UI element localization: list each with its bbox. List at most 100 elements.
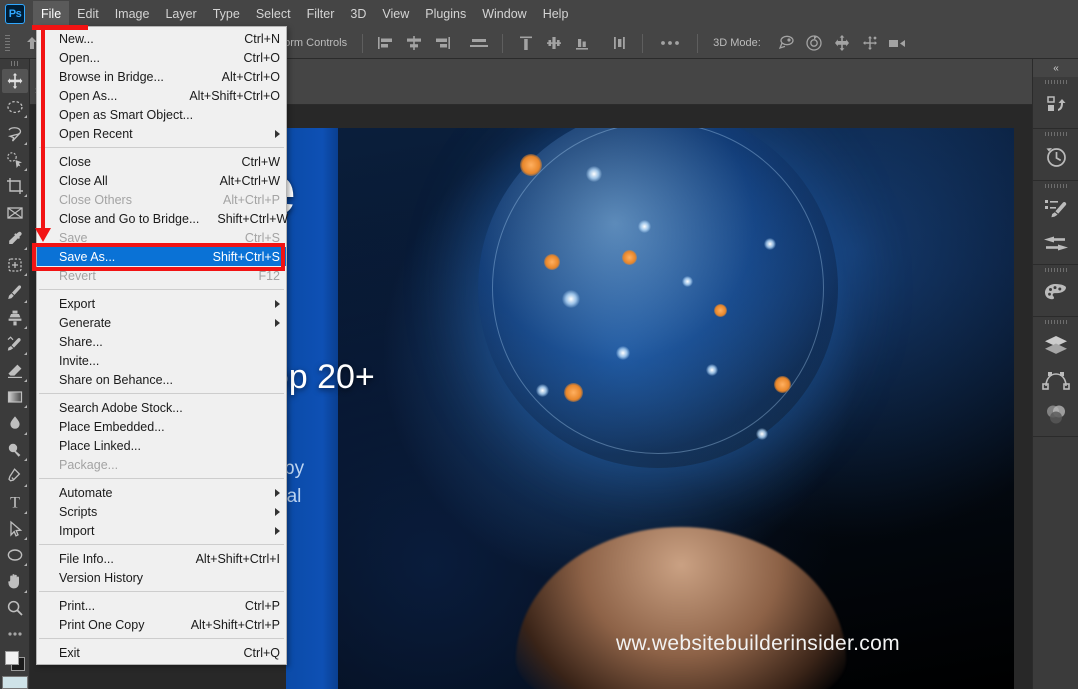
menu-window[interactable]: Window	[474, 1, 534, 27]
libraries-panel-icon[interactable]	[1033, 86, 1078, 124]
menu-view[interactable]: View	[374, 1, 417, 27]
dock-grip[interactable]	[1033, 317, 1078, 326]
align-left-edges-icon[interactable]	[375, 33, 397, 53]
document-image[interactable]: site ers e top 20+ ders by nal ww.websit…	[286, 128, 1014, 689]
ellipse-tool-icon[interactable]	[2, 543, 28, 567]
globe-node	[764, 238, 776, 250]
blur-tool-icon[interactable]	[2, 411, 28, 435]
menu-edit[interactable]: Edit	[69, 1, 107, 27]
menu-item-automate[interactable]: Automate	[37, 483, 286, 502]
frame-tool-icon[interactable]	[2, 200, 28, 224]
menu-item-share-on-behance[interactable]: Share on Behance...	[37, 370, 286, 389]
pen-tool-icon[interactable]	[2, 464, 28, 488]
elliptical-marquee-tool-icon[interactable]	[2, 95, 28, 119]
submenu-arrow-icon	[275, 507, 280, 516]
align-right-edges-icon[interactable]	[431, 33, 453, 53]
menu-type[interactable]: Type	[205, 1, 248, 27]
menu-item-scripts[interactable]: Scripts	[37, 502, 286, 521]
collapse-panels-icon[interactable]: «	[1033, 59, 1078, 77]
object-selection-tool-icon[interactable]	[2, 148, 28, 172]
menu-item-print-one-copy[interactable]: Print One Copy Alt+Shift+Ctrl+P	[37, 615, 286, 634]
menu-image[interactable]: Image	[107, 1, 158, 27]
menu-item-new[interactable]: New... Ctrl+N	[37, 29, 286, 48]
tools-panel-grip[interactable]	[10, 61, 19, 66]
paths-panel-icon[interactable]	[1033, 364, 1078, 398]
submenu-arrow-icon	[275, 488, 280, 497]
edit-toolbar-icon[interactable]	[2, 622, 28, 646]
history-panel-icon[interactable]	[1033, 138, 1078, 176]
channels-panel-icon[interactable]	[1033, 398, 1078, 432]
file-menu-dropdown[interactable]: New... Ctrl+N Open... Ctrl+O Browse in Bridg…	[36, 26, 288, 665]
menu-item-file-info[interactable]: File Info... Alt+Shift+Ctrl+I	[37, 549, 286, 568]
foreground-color-swatch[interactable]	[4, 651, 19, 666]
menu-item-generate[interactable]: Generate	[37, 313, 286, 332]
quick-mask-mode-icon[interactable]	[1, 675, 28, 689]
menu-item-place-embedded[interactable]: Place Embedded...	[37, 417, 286, 436]
menu-item-search-adobe-stock[interactable]: Search Adobe Stock...	[37, 398, 286, 417]
dock-grip[interactable]	[1033, 129, 1078, 138]
menu-item-open-as[interactable]: Open As... Alt+Shift+Ctrl+O	[37, 86, 286, 105]
menu-item-close-all[interactable]: Close All Alt+Ctrl+W	[37, 171, 286, 190]
roll-3d-object-icon[interactable]	[803, 33, 825, 53]
menu-item-close-and-go-to-bridge[interactable]: Close and Go to Bridge... Shift+Ctrl+W	[37, 209, 288, 228]
eraser-tool-icon[interactable]	[2, 358, 28, 382]
zoom-tool-icon[interactable]	[2, 596, 28, 620]
crop-tool-icon[interactable]	[2, 174, 28, 198]
menu-select[interactable]: Select	[248, 1, 299, 27]
dodge-tool-icon[interactable]	[2, 438, 28, 462]
path-selection-tool-icon[interactable]	[2, 517, 28, 541]
dock-grip[interactable]	[1033, 77, 1078, 86]
menu-item-open-as-smart-object[interactable]: Open as Smart Object...	[37, 105, 286, 124]
globe-node	[536, 384, 549, 397]
clone-stamp-tool-icon[interactable]	[2, 306, 28, 330]
menu-item-close[interactable]: Close Ctrl+W	[37, 152, 286, 171]
align-top-edges-icon[interactable]	[515, 33, 537, 53]
menu-3d[interactable]: 3D	[342, 1, 374, 27]
globe-node	[682, 276, 693, 287]
menu-item-invite[interactable]: Invite...	[37, 351, 286, 370]
menu-plugins[interactable]: Plugins	[417, 1, 474, 27]
dock-grip[interactable]	[1033, 265, 1078, 274]
rotate-3d-object-icon[interactable]	[775, 33, 797, 53]
menu-item-open-recent[interactable]: Open Recent	[37, 124, 286, 143]
hand-tool-icon[interactable]	[2, 569, 28, 593]
menu-item-print[interactable]: Print... Ctrl+P	[37, 596, 286, 615]
menu-item-shortcut: Alt+Shift+Ctrl+P	[190, 617, 280, 632]
menu-item-import[interactable]: Import	[37, 521, 286, 540]
drag-3d-object-icon[interactable]	[831, 33, 853, 53]
gradient-tool-icon[interactable]	[2, 385, 28, 409]
menu-item-version-history[interactable]: Version History	[37, 568, 286, 587]
move-tool-icon[interactable]	[1, 68, 28, 94]
menu-filter[interactable]: Filter	[299, 1, 343, 27]
scale-3d-object-icon[interactable]	[887, 33, 909, 53]
layers-panel-icon[interactable]	[1033, 326, 1078, 364]
align-vertical-centers-icon[interactable]	[543, 33, 565, 53]
slide-3d-object-icon[interactable]	[859, 33, 881, 53]
dock-grip[interactable]	[1033, 181, 1078, 190]
properties-panel-icon[interactable]	[1033, 228, 1078, 260]
more-options-icon[interactable]	[655, 33, 685, 53]
menu-item-place-linked[interactable]: Place Linked...	[37, 436, 286, 455]
menu-file[interactable]: File	[33, 1, 70, 27]
menu-help[interactable]: Help	[535, 1, 577, 27]
menu-item-share[interactable]: Share...	[37, 332, 286, 351]
options-bar-grip[interactable]	[5, 34, 10, 52]
color-swatches[interactable]	[3, 651, 27, 672]
menu-item-open[interactable]: Open... Ctrl+O	[37, 48, 286, 67]
menu-layer[interactable]: Layer	[157, 1, 204, 27]
spot-healing-brush-tool-icon[interactable]	[2, 253, 28, 277]
align-horizontal-centers-icon[interactable]	[403, 33, 425, 53]
history-brush-tool-icon[interactable]	[2, 332, 28, 356]
color-swatches-panel-icon[interactable]	[1033, 274, 1078, 312]
eyedropper-tool-icon[interactable]	[2, 227, 28, 251]
menu-item-exit[interactable]: Exit Ctrl+Q	[37, 643, 286, 662]
distribute-vertically-icon[interactable]	[608, 33, 630, 53]
brush-tool-icon[interactable]	[2, 279, 28, 303]
align-bottom-edges-icon[interactable]	[571, 33, 593, 53]
adjustments-panel-icon[interactable]	[1033, 190, 1078, 228]
lasso-tool-icon[interactable]	[2, 121, 28, 145]
menu-item-export[interactable]: Export	[37, 294, 286, 313]
menu-item-browse-in-bridge[interactable]: Browse in Bridge... Alt+Ctrl+O	[37, 67, 286, 86]
distribute-horizontally-icon[interactable]	[468, 33, 490, 53]
type-tool-icon[interactable]: T	[2, 490, 28, 514]
